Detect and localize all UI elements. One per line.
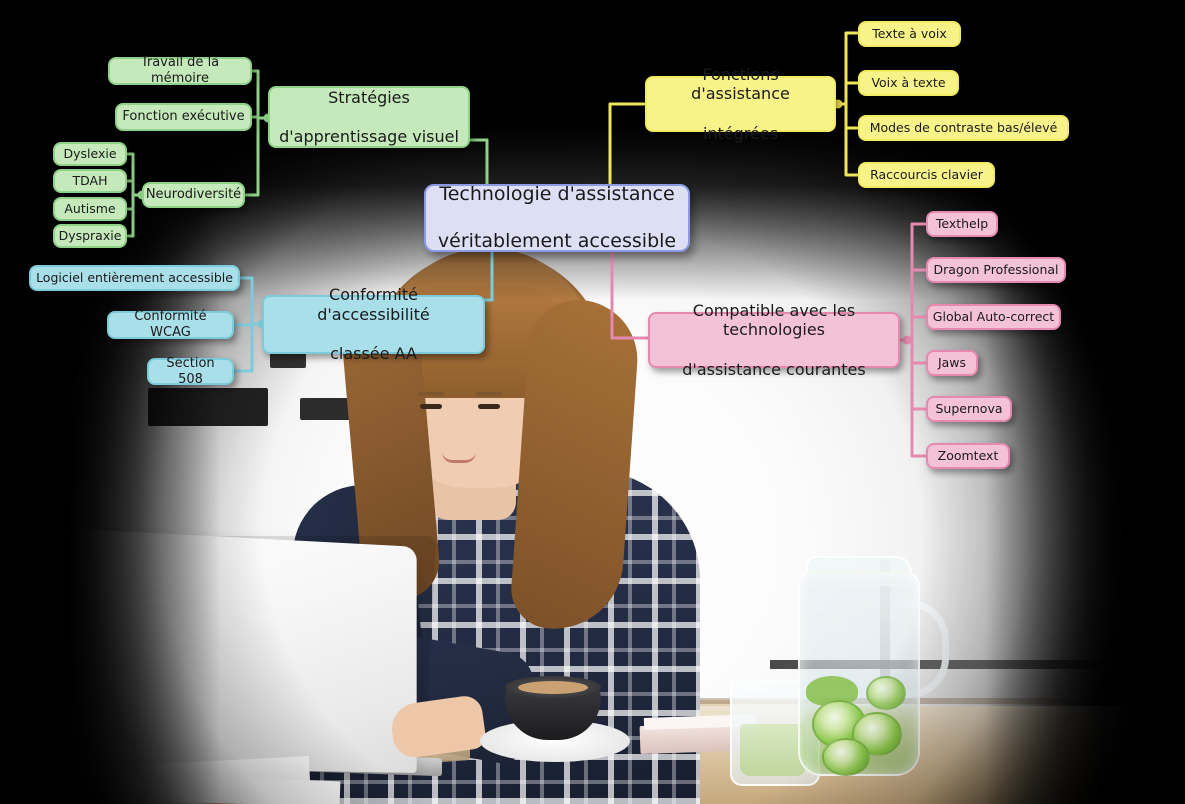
node-label: Fonctions d'assistance intégrées [691, 64, 790, 143]
node-logiciel-entierement-accessible[interactable]: Logiciel entièrement accessible [29, 265, 240, 291]
connector-yellow-trunk [608, 102, 647, 190]
node-label: Neurodiversité [145, 187, 242, 203]
node-label: Conformité WCAG [134, 309, 207, 340]
node-autisme[interactable]: Autisme [53, 197, 127, 221]
node-section-508[interactable]: Section 508 [147, 355, 234, 387]
node-label: Modes de contraste bas/élevé [869, 120, 1058, 136]
node-compatible-technologies-assistance[interactable]: Compatible avec les technologies d'assist… [648, 301, 900, 379]
node-zoomtext[interactable]: Zoomtext [926, 443, 1010, 469]
node-dyslexie[interactable]: Dyslexie [53, 142, 127, 166]
node-label: Global Auto-correct [932, 309, 1055, 325]
node-tdah[interactable]: TDAH [53, 169, 127, 193]
node-label: TDAH [72, 173, 108, 189]
node-label: Supernova [935, 401, 1003, 417]
node-global-auto-correct[interactable]: Global Auto-correct [926, 304, 1061, 330]
connector-pink-trunk [610, 248, 650, 340]
node-supernova[interactable]: Supernova [926, 396, 1012, 422]
node-label: Fonction exécutive [122, 109, 245, 125]
node-label: Raccourcis clavier [870, 167, 983, 183]
node-voix-a-texte[interactable]: Voix à texte [858, 70, 959, 96]
mindmap-overlay: Technologie d'assistance véritablement ac… [0, 0, 1185, 804]
node-conformite-wcag[interactable]: Conformité WCAG [107, 309, 234, 340]
node-conformite-accessibilite-aa[interactable]: Conformité d'accessibilité classée AA [262, 285, 485, 363]
node-label: Texthelp [935, 216, 989, 232]
node-label: Stratégies d'apprentissage visuel [279, 87, 459, 146]
node-fonction-executive[interactable]: Fonction exécutive [115, 103, 252, 131]
node-label: Compatible avec les technologies d'assist… [682, 300, 866, 379]
node-travail-de-la-memoire[interactable]: Travail de la mémoire [108, 55, 252, 86]
node-texte-a-voix[interactable]: Texte à voix [858, 21, 961, 47]
node-label: Travail de la mémoire [140, 55, 220, 86]
node-label: Zoomtext [937, 448, 999, 464]
node-label: Jaws [937, 355, 967, 371]
node-center-text: Technologie d'assistance véritablement ac… [437, 183, 677, 252]
node-raccourcis-clavier[interactable]: Raccourcis clavier [858, 162, 995, 188]
connector-green-children [243, 69, 270, 197]
node-jaws[interactable]: Jaws [926, 350, 978, 376]
node-label: Section 508 [166, 355, 215, 387]
node-label: Dyslexie [63, 146, 117, 162]
node-strategies-apprentissage-visuel[interactable]: Stratégies d'apprentissage visuel [268, 86, 470, 148]
node-neurodiversite[interactable]: Neurodiversité [142, 182, 245, 208]
node-label: Texte à voix [872, 26, 947, 42]
node-label: Voix à texte [871, 75, 946, 91]
node-dragon-professional[interactable]: Dragon Professional [926, 257, 1066, 283]
node-texthelp[interactable]: Texthelp [926, 211, 998, 237]
node-label: Dragon Professional [933, 262, 1059, 278]
node-label: Dyspraxie [58, 228, 122, 244]
connector-green-trunk [468, 138, 489, 190]
mindmap-canvas: Technologie d'assistance véritablement ac… [0, 0, 1185, 804]
node-center[interactable]: Technologie d'assistance véritablement ac… [424, 183, 690, 252]
node-dyspraxie[interactable]: Dyspraxie [53, 224, 127, 248]
node-modes-de-contraste[interactable]: Modes de contraste bas/élevé [858, 115, 1069, 141]
node-label: Logiciel entièrement accessible [36, 270, 233, 286]
node-fonctions-assistance-integrees[interactable]: Fonctions d'assistance intégrées [645, 65, 836, 143]
node-label: Autisme [64, 201, 116, 217]
node-label: Conformité d'accessibilité classée AA [317, 285, 430, 364]
